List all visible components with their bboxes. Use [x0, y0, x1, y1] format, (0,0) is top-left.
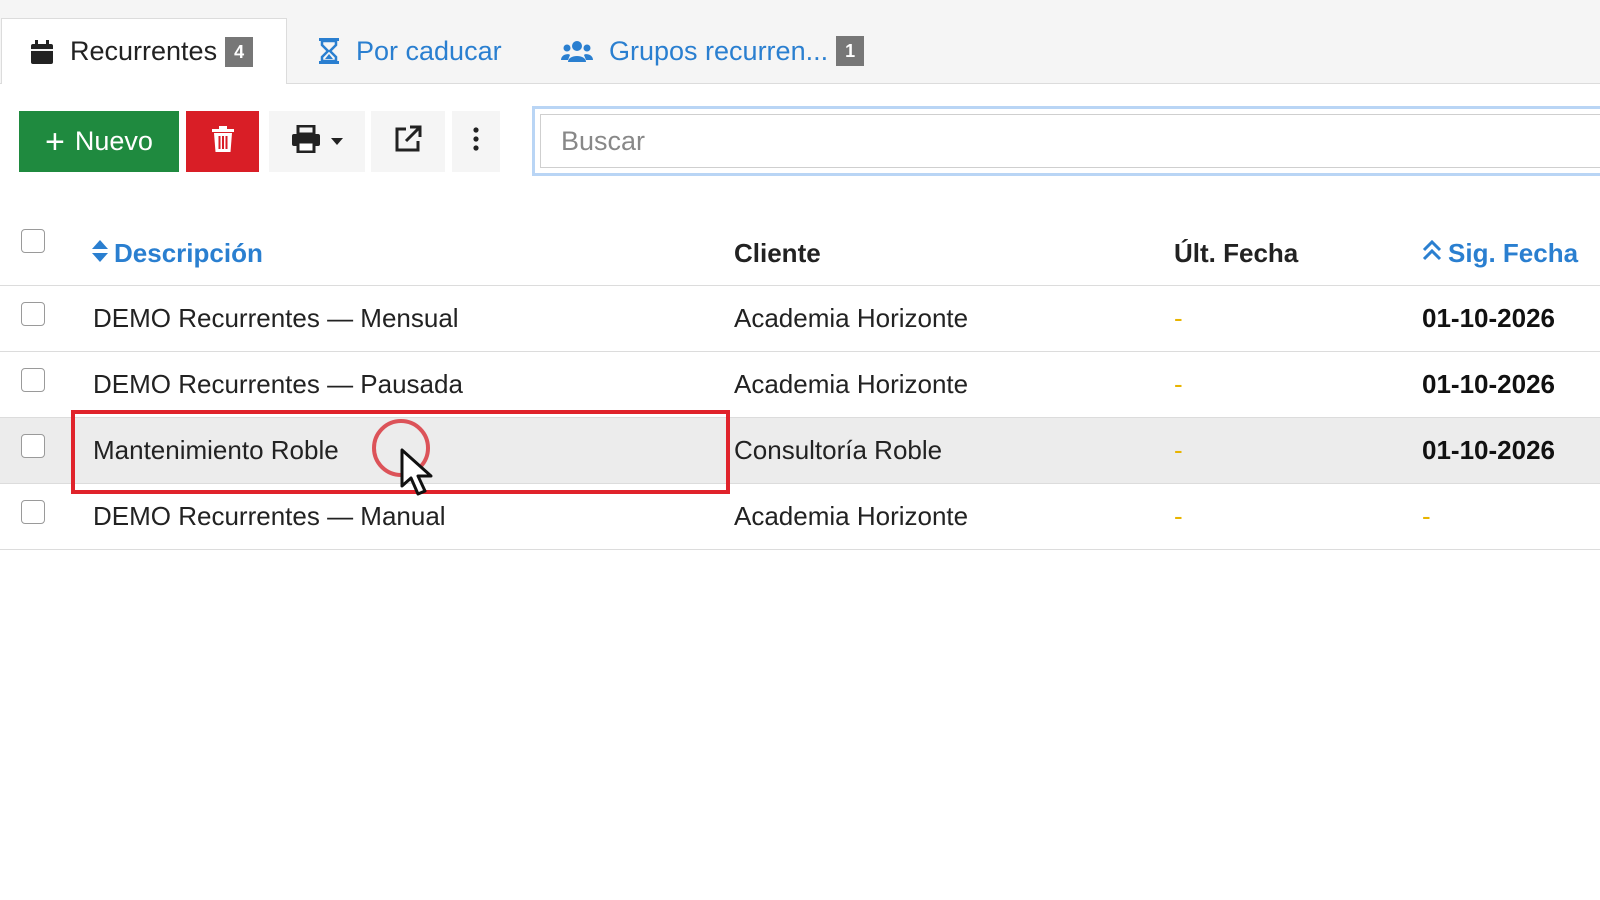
- row-cliente: Academia Horizonte: [734, 303, 969, 333]
- table-row[interactable]: DEMO Recurrentes — Manual Academia Horiz…: [0, 484, 1600, 550]
- column-ult-fecha[interactable]: Últ. Fecha: [1174, 238, 1298, 269]
- table-header: Descripción Cliente Últ. Fecha Sig. Fech…: [0, 218, 1600, 286]
- tab-grupos-recurrentes-label: Grupos recurren...: [609, 35, 829, 66]
- row-descripcion: DEMO Recurrentes — Mensual: [93, 303, 459, 333]
- row-sig-fecha: 01-10-2026: [1422, 369, 1555, 399]
- calendar-icon: [30, 39, 54, 65]
- new-button[interactable]: + Nuevo: [19, 111, 179, 172]
- row-ult-fecha: -: [1174, 501, 1183, 531]
- search-container: [532, 106, 1600, 176]
- delete-button[interactable]: [186, 111, 259, 172]
- row-cliente: Consultoría Roble: [734, 435, 943, 465]
- tab-recurrentes[interactable]: Recurrentes 4: [1, 18, 287, 84]
- printer-icon: [291, 124, 321, 158]
- vertical-dots-icon: [473, 127, 479, 156]
- tab-por-caducar[interactable]: Por caducar: [318, 18, 502, 84]
- column-descripcion-label: Descripción: [114, 238, 263, 268]
- table-row[interactable]: DEMO Recurrentes — Mensual Academia Hori…: [0, 286, 1600, 352]
- table-row[interactable]: DEMO Recurrentes — Pausada Academia Hori…: [0, 352, 1600, 418]
- print-button[interactable]: [269, 111, 365, 172]
- row-sig-fecha: -: [1422, 501, 1431, 531]
- search-input[interactable]: [540, 114, 1600, 168]
- select-all-checkbox[interactable]: [21, 229, 45, 253]
- plus-icon: +: [45, 122, 65, 161]
- table-row-highlighted[interactable]: Mantenimiento Roble Consultoría Roble - …: [0, 418, 1600, 484]
- new-button-label: Nuevo: [74, 126, 153, 156]
- row-checkbox[interactable]: [21, 500, 45, 524]
- row-ult-fecha: -: [1174, 435, 1183, 465]
- hourglass-icon: [318, 37, 340, 65]
- column-sig-fecha[interactable]: Sig. Fecha: [1422, 238, 1578, 269]
- row-descripcion: DEMO Recurrentes — Pausada: [93, 369, 463, 399]
- row-cliente: Academia Horizonte: [734, 501, 969, 531]
- more-options-button[interactable]: [452, 111, 500, 172]
- row-ult-fecha: -: [1174, 303, 1183, 333]
- tab-recurrentes-badge: 4: [225, 36, 254, 67]
- column-descripcion[interactable]: Descripción: [92, 238, 263, 269]
- row-sig-fecha: 01-10-2026: [1422, 303, 1555, 333]
- tab-grupos-badge: 1: [836, 36, 865, 66]
- row-checkbox[interactable]: [21, 368, 45, 392]
- row-cliente: Academia Horizonte: [734, 369, 969, 399]
- trash-icon: [211, 126, 234, 157]
- column-cliente[interactable]: Cliente: [734, 238, 821, 269]
- sort-icon: [92, 238, 108, 269]
- tab-por-caducar-label: Por caducar: [356, 35, 502, 66]
- row-descripcion: DEMO Recurrentes — Manual: [93, 501, 446, 531]
- export-button[interactable]: [371, 111, 445, 172]
- tab-grupos-recurrentes[interactable]: Grupos recurren... 1: [561, 18, 865, 84]
- chevron-down-icon: [331, 133, 343, 151]
- row-ult-fecha: -: [1174, 369, 1183, 399]
- sort-ascending-icon: [1422, 238, 1442, 269]
- row-descripcion: Mantenimiento Roble: [93, 435, 339, 465]
- tab-bar: Recurrentes 4 Por caducar Grupos recurre…: [0, 0, 1600, 84]
- row-checkbox[interactable]: [21, 434, 45, 458]
- external-link-icon: [394, 125, 422, 158]
- users-icon: [561, 39, 593, 63]
- row-checkbox[interactable]: [21, 302, 45, 326]
- column-sig-fecha-label: Sig. Fecha: [1448, 238, 1579, 268]
- tab-recurrentes-label: Recurrentes: [70, 36, 218, 66]
- row-sig-fecha: 01-10-2026: [1422, 435, 1555, 465]
